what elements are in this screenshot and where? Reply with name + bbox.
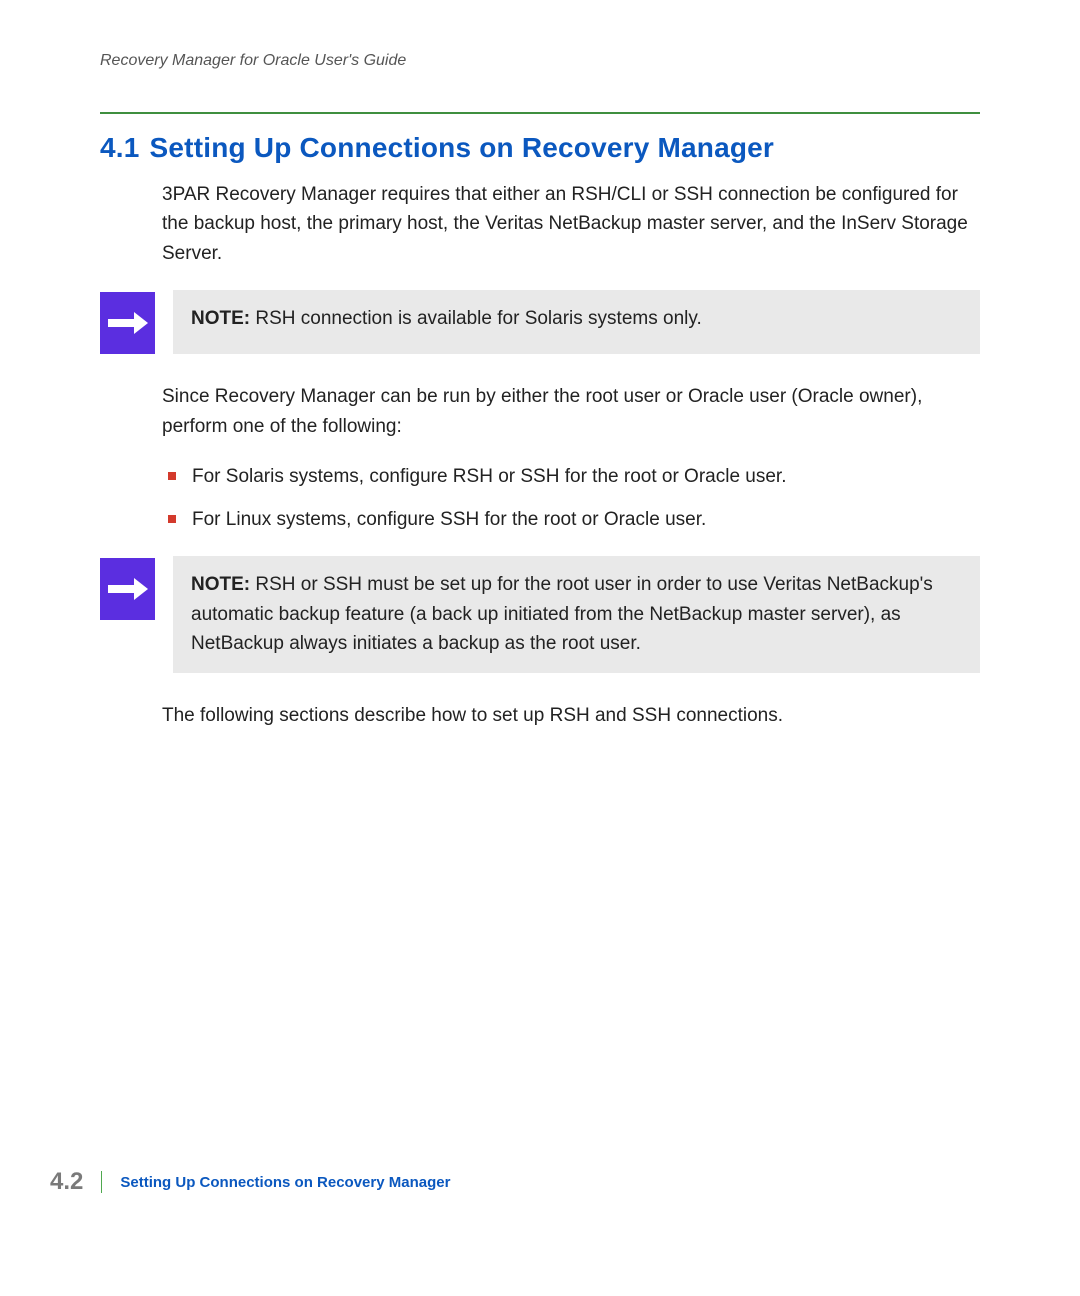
note-body-text: RSH connection is available for Solaris … xyxy=(255,308,701,329)
arrow-icon xyxy=(100,558,155,620)
note-body-text: RSH or SSH must be set up for the root u… xyxy=(191,574,933,654)
footer-page-number: 4.2 xyxy=(50,1168,83,1196)
section-number: 4.1 xyxy=(100,132,140,163)
horizontal-rule xyxy=(100,112,980,114)
note-block-1: NOTE: RSH connection is available for So… xyxy=(100,290,980,354)
footer-section-title: Setting Up Connections on Recovery Manag… xyxy=(120,1174,450,1191)
running-header: Recovery Manager for Oracle User's Guide xyxy=(100,52,980,70)
note-text-2: NOTE: RSH or SSH must be set up for the … xyxy=(173,556,980,672)
since-paragraph: Since Recovery Manager can be run by eit… xyxy=(162,382,980,441)
footer-divider xyxy=(101,1171,102,1193)
list-item: For Linux systems, configure SSH for the… xyxy=(162,506,980,535)
intro-paragraph: 3PAR Recovery Manager requires that eith… xyxy=(162,180,980,268)
section-title-text: Setting Up Connections on Recovery Manag… xyxy=(150,132,775,163)
page-footer: 4.2 Setting Up Connections on Recovery M… xyxy=(50,1168,980,1196)
document-page: Recovery Manager for Oracle User's Guide… xyxy=(0,0,1080,1296)
section-heading: 4.1 Setting Up Connections on Recovery Ma… xyxy=(100,132,980,164)
arrow-icon xyxy=(100,292,155,354)
body-content: 3PAR Recovery Manager requires that eith… xyxy=(162,180,980,730)
note-label: NOTE: xyxy=(191,574,250,595)
note-label: NOTE: xyxy=(191,308,250,329)
note-text-1: NOTE: RSH connection is available for So… xyxy=(173,290,980,354)
bullet-list: For Solaris systems, configure RSH or SS… xyxy=(162,463,980,534)
list-item: For Solaris systems, configure RSH or SS… xyxy=(162,463,980,492)
note-block-2: NOTE: RSH or SSH must be set up for the … xyxy=(100,556,980,672)
closing-paragraph: The following sections describe how to s… xyxy=(162,701,980,730)
